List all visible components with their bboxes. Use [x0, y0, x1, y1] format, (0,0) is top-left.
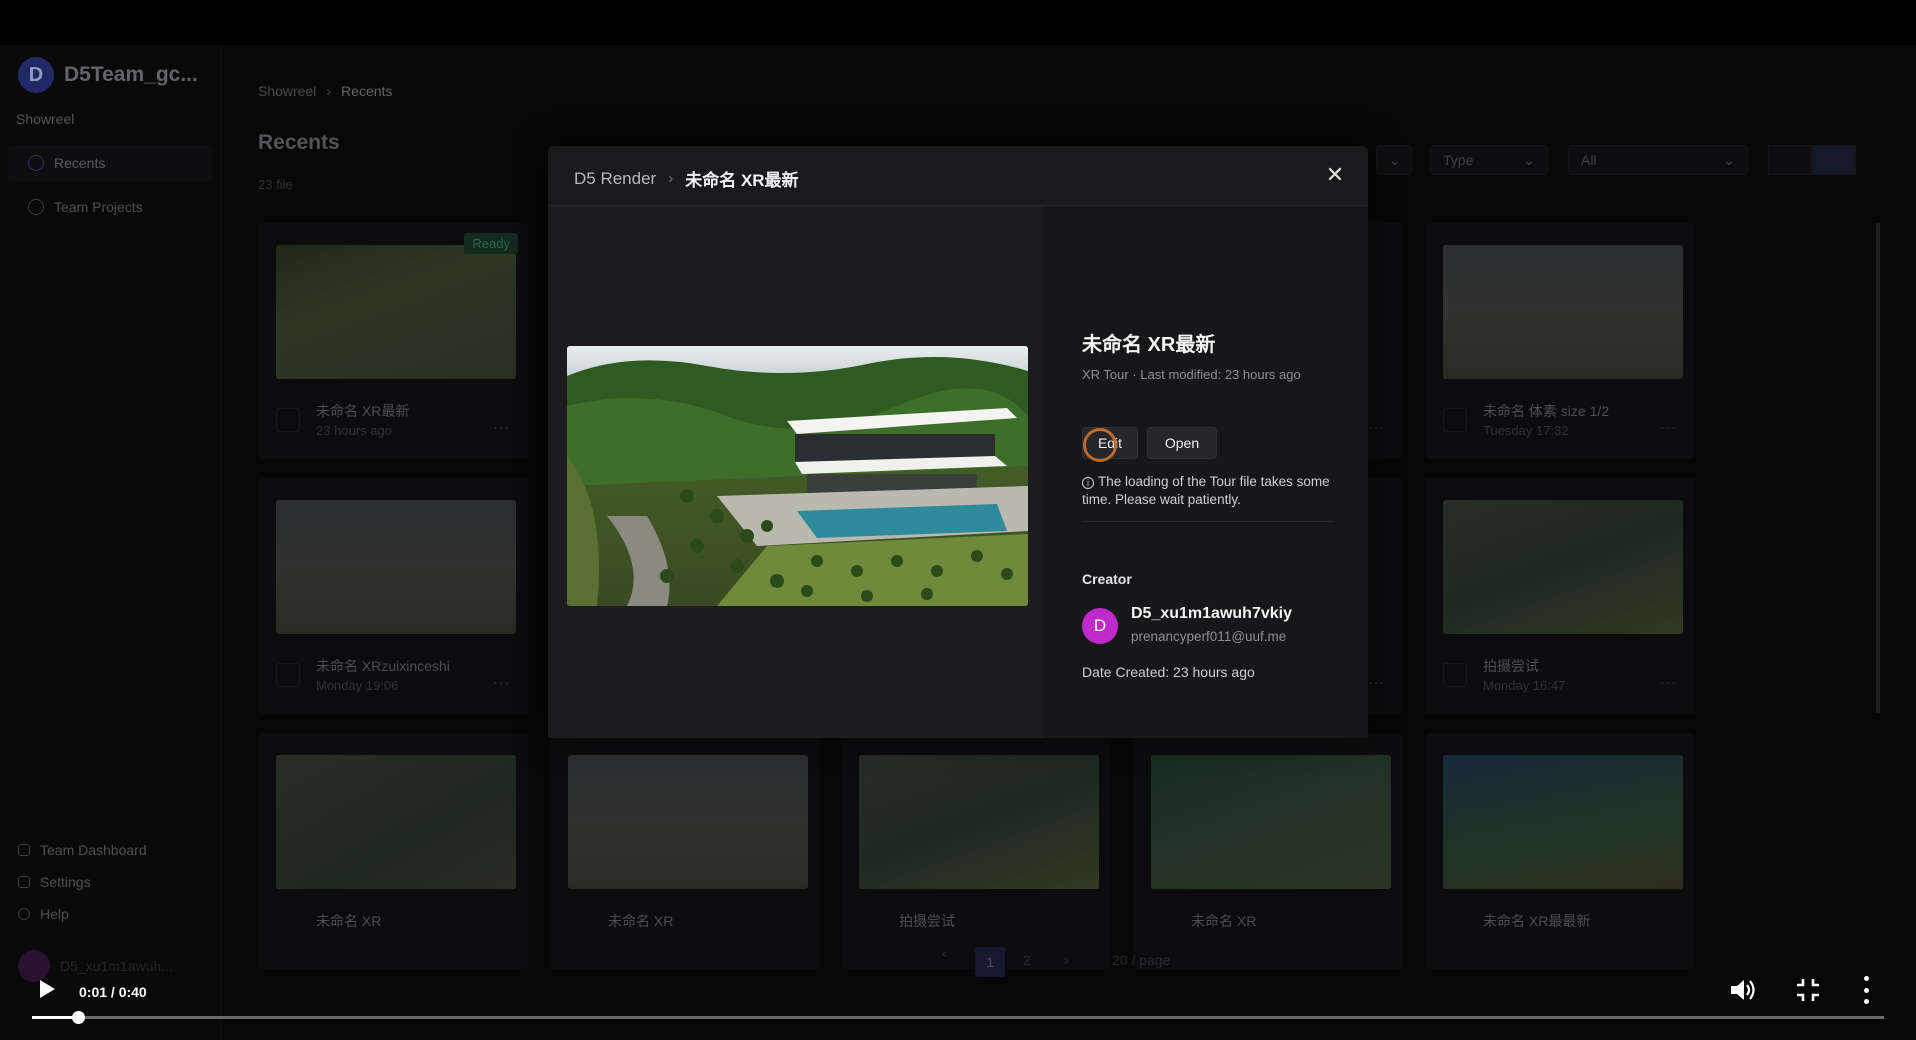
file-meta: XR Tour · Last modified: 23 hours ago	[1082, 367, 1301, 382]
date-created: Date Created: 23 hours ago	[1082, 664, 1255, 680]
file-info-pane: 未命名 XR最新 XR Tour · Last modified: 23 hou…	[1043, 206, 1368, 738]
creator-email: prenancyperf011@uuf.me	[1131, 629, 1287, 644]
info-icon: i	[1082, 477, 1094, 489]
creator-label: Creator	[1082, 571, 1132, 587]
modal-breadcrumb-current: 未命名 XR最新	[685, 171, 799, 190]
edit-button[interactable]: Edit	[1082, 427, 1138, 459]
creator-avatar: D	[1082, 608, 1118, 644]
scene-preview-image	[567, 346, 1028, 606]
modal-header: D5 Render › 未命名 XR最新 ✕	[548, 146, 1368, 206]
modal-breadcrumb: D5 Render › 未命名 XR最新	[574, 166, 799, 191]
exit-fullscreen-icon[interactable]	[1795, 977, 1821, 1003]
modal-breadcrumb-root[interactable]: D5 Render	[574, 169, 656, 189]
file-detail-modal: D5 Render › 未命名 XR最新 ✕ 未命名 XR最新 XR Tour …	[548, 146, 1368, 738]
divider	[1082, 521, 1334, 522]
villa-render-illustration	[567, 346, 1028, 606]
video-progress-bar[interactable]	[32, 1011, 1884, 1024]
video-frame: D D5Team_gc... Showreel Recents Team Pro…	[0, 0, 1916, 1040]
play-icon[interactable]	[40, 980, 55, 998]
open-button[interactable]: Open	[1147, 427, 1217, 459]
video-progress-handle[interactable]	[72, 1011, 85, 1024]
file-title: 未命名 XR最新	[1082, 334, 1216, 356]
loading-notice: i The loading of the Tour file takes some…	[1082, 473, 1332, 509]
volume-icon[interactable]	[1727, 975, 1757, 1005]
video-time: 0:01 / 0:40	[79, 984, 147, 1000]
creator-name: D5_xu1m1awuh7vkiy	[1131, 605, 1292, 622]
loading-notice-text: The loading of the Tour file takes some …	[1082, 474, 1330, 507]
more-options-icon[interactable]	[1862, 976, 1870, 1004]
d5-showreel-app: D D5Team_gc... Showreel Recents Team Pro…	[0, 45, 1916, 1040]
video-controls: 0:01 / 0:40	[0, 960, 1916, 1040]
chevron-right-icon: ›	[668, 170, 674, 187]
preview-pane	[548, 206, 1043, 738]
close-icon[interactable]: ✕	[1320, 160, 1350, 190]
